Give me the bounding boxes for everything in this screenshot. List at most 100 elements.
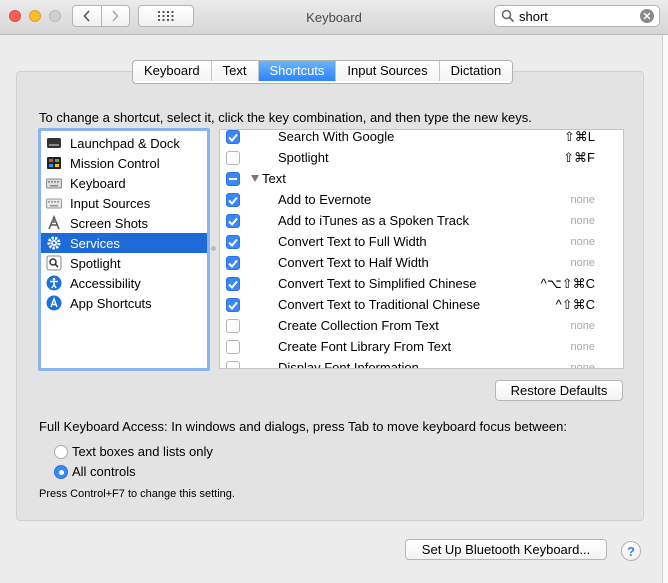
shortcut-key[interactable]: ⇧⌘F (563, 150, 595, 166)
shortcut-list[interactable]: Search With Google ⇧⌘L Spotlight ⇧⌘F Tex… (219, 129, 624, 369)
tab-bar: Keyboard Text Shortcuts Input Sources Di… (132, 60, 514, 84)
shortcut-name: Add to iTunes as a Spoken Track (278, 213, 470, 228)
category-mission-control[interactable]: Mission Control (41, 153, 207, 173)
group-checkbox[interactable] (226, 172, 240, 186)
category-screen-shots[interactable]: Screen Shots (41, 213, 207, 233)
category-label: Input Sources (70, 195, 151, 211)
restore-defaults-button[interactable]: Restore Defaults (495, 380, 623, 401)
bluetooth-keyboard-button[interactable]: Set Up Bluetooth Keyboard... (405, 539, 607, 560)
shortcut-checkbox[interactable] (226, 130, 240, 144)
category-launchpad-dock[interactable]: Launchpad & Dock (41, 133, 207, 153)
category-label: Screen Shots (70, 215, 149, 231)
shortcut-row[interactable]: Spotlight ⇧⌘F (220, 148, 623, 169)
shortcut-name: Add to Evernote (278, 192, 372, 207)
shortcut-row[interactable]: Create Collection From Text none (220, 316, 623, 337)
shortcut-key[interactable]: ^⇧⌘C (556, 297, 595, 313)
category-label: Launchpad & Dock (70, 135, 180, 151)
shortcut-checkbox[interactable] (226, 193, 240, 207)
shortcut-name: Convert Text to Half Width (278, 255, 429, 270)
radio-all-controls[interactable] (54, 465, 68, 479)
shortcut-checkbox[interactable] (226, 214, 240, 228)
checkmark-icon (228, 196, 238, 205)
control-f7-note: Press Control+F7 to change this setting. (39, 488, 235, 500)
shortcut-group-name: Text (262, 171, 286, 186)
category-label: Services (70, 235, 120, 251)
category-spotlight[interactable]: Spotlight (41, 253, 207, 273)
tab-keyboard[interactable]: Keyboard (133, 61, 212, 81)
shortcut-row[interactable]: Create Font Library From Text none (220, 337, 623, 358)
checkmark-icon (228, 217, 238, 226)
checkmark-icon (228, 133, 238, 142)
shortcut-checkbox[interactable] (226, 256, 240, 270)
shortcut-row[interactable]: Convert Text to Traditional Chinese ^⇧⌘C (220, 295, 623, 316)
shortcut-row[interactable]: Search With Google ⇧⌘L (220, 129, 623, 148)
checkmark-icon (228, 280, 238, 289)
shortcut-row[interactable]: Add to iTunes as a Spoken Track none (220, 211, 623, 232)
tab-input-sources[interactable]: Input Sources (336, 61, 440, 81)
shortcut-key[interactable]: none (571, 362, 595, 368)
shortcut-row[interactable]: Display Font Information none (220, 358, 623, 369)
close-icon (643, 12, 651, 20)
search-icon (501, 9, 515, 23)
category-label: Mission Control (70, 155, 160, 171)
shortcut-name: Convert Text to Traditional Chinese (278, 297, 481, 312)
shortcut-checkbox[interactable] (226, 277, 240, 291)
shortcut-key[interactable]: ^⌥⇧⌘C (541, 276, 595, 292)
shortcut-name: Create Collection From Text (278, 318, 439, 333)
shortcut-checkbox[interactable] (226, 235, 240, 249)
split-view-divider[interactable] (211, 246, 216, 251)
instructions-text: To change a shortcut, select it, click t… (39, 110, 532, 125)
minus-icon (229, 178, 237, 180)
category-label: Accessibility (70, 275, 141, 291)
checkmark-icon (228, 259, 238, 268)
category-services[interactable]: Services (41, 233, 207, 253)
checkmark-icon (228, 301, 238, 310)
radio-text-boxes-lists[interactable] (54, 445, 68, 459)
search-input[interactable]: short (519, 9, 548, 24)
shortcut-checkbox[interactable] (226, 361, 240, 368)
shortcut-checkbox[interactable] (226, 151, 240, 165)
shortcut-name: Search With Google (278, 129, 395, 144)
shortcut-group-row[interactable]: Text (220, 169, 623, 190)
shortcut-name: Display Font Information (278, 360, 419, 369)
shortcut-key[interactable]: none (571, 215, 595, 227)
shortcut-key[interactable]: none (571, 341, 595, 353)
radio-label-all-controls[interactable]: All controls (72, 464, 136, 479)
app-shortcuts-icon (46, 295, 62, 311)
tab-dictation[interactable]: Dictation (439, 61, 513, 81)
shortcut-row[interactable]: Add to Evernote none (220, 190, 623, 211)
search-field[interactable]: short (494, 5, 660, 27)
shortcut-row[interactable]: Convert Text to Simplified Chinese ^⌥⇧⌘C (220, 274, 623, 295)
shortcut-checkbox[interactable] (226, 319, 240, 333)
shortcut-name: Spotlight (278, 150, 329, 165)
category-label: Keyboard (70, 175, 126, 191)
category-accessibility[interactable]: Accessibility (41, 273, 207, 293)
category-input-sources[interactable]: Input Sources (41, 193, 207, 213)
shortcut-key[interactable]: none (571, 320, 595, 332)
title-bar: Keyboard short (0, 0, 668, 35)
shortcut-key[interactable]: none (571, 257, 595, 269)
shortcut-name: Create Font Library From Text (278, 339, 452, 354)
category-app-shortcuts[interactable]: App Shortcuts (41, 293, 207, 313)
shortcut-key[interactable]: none (571, 194, 595, 206)
keyboard-icon (46, 178, 62, 189)
shortcut-row[interactable]: Convert Text to Half Width none (220, 253, 623, 274)
gear-icon (47, 236, 61, 250)
mission-control-icon (47, 157, 61, 169)
tab-text[interactable]: Text (211, 61, 259, 81)
shortcut-name: Convert Text to Simplified Chinese (278, 276, 477, 291)
accessibility-icon (46, 275, 62, 291)
category-list[interactable]: Launchpad & Dock Mission Control Keyboar… (38, 128, 210, 371)
disclosure-triangle-icon[interactable] (251, 175, 259, 182)
category-keyboard[interactable]: Keyboard (41, 173, 207, 193)
category-label: Spotlight (70, 255, 121, 271)
shortcut-key[interactable]: none (571, 236, 595, 248)
shortcut-checkbox[interactable] (226, 298, 240, 312)
shortcut-row[interactable]: Convert Text to Full Width none (220, 232, 623, 253)
clear-search-button[interactable] (640, 9, 654, 23)
radio-label-text-boxes[interactable]: Text boxes and lists only (72, 444, 213, 459)
shortcut-checkbox[interactable] (226, 340, 240, 354)
help-button[interactable]: ? (621, 541, 641, 561)
tab-shortcuts[interactable]: Shortcuts (258, 61, 337, 81)
shortcut-key[interactable]: ⇧⌘L (564, 130, 595, 145)
